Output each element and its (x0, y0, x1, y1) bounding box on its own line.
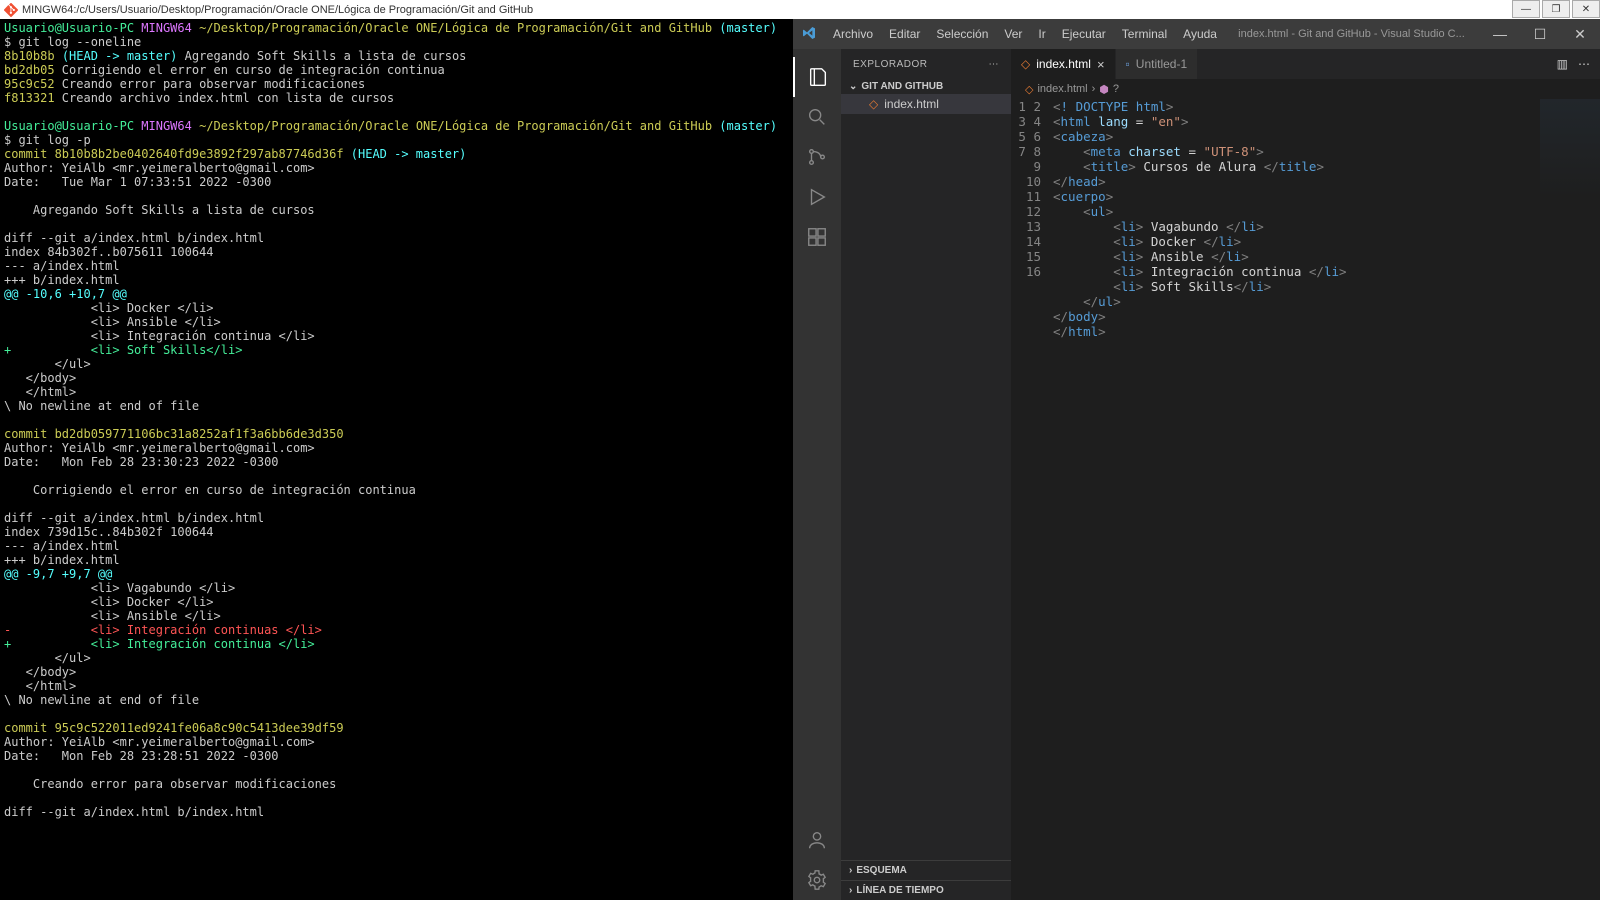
git-icon (4, 3, 18, 17)
editor-area: ◇ index.html × ▫ Untitled-1 ▥ ⋯ ◇ i (1011, 49, 1600, 900)
menu-ver[interactable]: Ver (998, 23, 1028, 45)
line-numbers: 1 2 3 4 5 6 7 8 9 10 11 12 13 14 15 16 (1011, 99, 1053, 900)
explorer-label: EXPLORADOR (853, 59, 927, 70)
chevron-right-icon: › (849, 885, 852, 896)
run-debug-icon[interactable] (793, 177, 841, 217)
settings-icon[interactable] (793, 860, 841, 900)
code-editor[interactable]: 1 2 3 4 5 6 7 8 9 10 11 12 13 14 15 16 <… (1011, 99, 1600, 900)
file-icon: ▫ (1126, 57, 1130, 71)
breadcrumb-symbol: ? (1113, 83, 1119, 95)
project-header[interactable]: ⌄ GIT AND GITHUB (841, 79, 1011, 94)
breadcrumb-file: index.html (1037, 83, 1087, 95)
file-index-html[interactable]: ◇ index.html (841, 94, 1011, 114)
minimap[interactable] (1540, 99, 1600, 199)
explorer-sidebar: EXPLORADOR ⋯ ⌄ GIT AND GITHUB ◇ index.ht… (841, 49, 1011, 900)
split-editor-icon[interactable]: ▥ (1557, 57, 1568, 71)
explorer-header: EXPLORADOR ⋯ (841, 49, 1011, 79)
more-icon[interactable]: ⋯ (989, 59, 1000, 70)
extensions-icon[interactable] (793, 217, 841, 257)
menu-editar[interactable]: Editar (883, 23, 926, 45)
code-content[interactable]: <! DOCTYPE html> <html lang = "en"> <cab… (1053, 99, 1600, 900)
vscode-title: index.html - Git and GitHub - Visual Stu… (1223, 28, 1480, 40)
vscode-close-button[interactable]: ✕ (1560, 20, 1600, 48)
git-terminal[interactable]: Usuario@Usuario-PC MINGW64 ~/Desktop/Pro… (0, 19, 793, 900)
menu-ejecutar[interactable]: Ejecutar (1056, 23, 1112, 45)
mingw-titlebar: MINGW64:/c/Users/Usuario/Desktop/Program… (0, 0, 1600, 19)
source-control-icon[interactable] (793, 137, 841, 177)
close-tab-icon[interactable]: × (1097, 57, 1105, 72)
tab-index-html[interactable]: ◇ index.html × (1011, 49, 1116, 79)
vscode-window: Archivo Editar Selección Ver Ir Ejecutar… (793, 19, 1600, 900)
vscode-maximize-button[interactable]: ☐ (1520, 20, 1560, 48)
window-controls: — ❐ ✕ (1510, 0, 1600, 18)
activity-bar (793, 49, 841, 900)
chevron-right-icon: › (849, 865, 852, 876)
tag-icon: ⬢ (1099, 83, 1109, 96)
maximize-button[interactable]: ❐ (1542, 0, 1570, 18)
vscode-icon (801, 25, 819, 43)
tab-untitled[interactable]: ▫ Untitled-1 (1116, 49, 1199, 79)
project-name: GIT AND GITHUB (861, 81, 943, 92)
breadcrumb[interactable]: ◇ index.html › ⬢ ? (1011, 79, 1600, 99)
menu-terminal[interactable]: Terminal (1116, 23, 1173, 45)
close-button[interactable]: ✕ (1572, 0, 1600, 18)
more-actions-icon[interactable]: ⋯ (1578, 57, 1590, 71)
vscode-minimize-button[interactable]: — (1480, 20, 1520, 48)
html-file-icon: ◇ (869, 97, 878, 111)
menu-archivo[interactable]: Archivo (827, 23, 879, 45)
menu-ir[interactable]: Ir (1032, 23, 1051, 45)
accounts-icon[interactable] (793, 820, 841, 860)
tab-label: index.html (1036, 57, 1091, 71)
linea-tiempo-section[interactable]: ›LÍNEA DE TIEMPO (841, 880, 1011, 900)
html-file-icon: ◇ (1021, 57, 1030, 71)
chevron-down-icon: ⌄ (849, 81, 857, 92)
explorer-icon[interactable] (793, 57, 841, 97)
minimize-button[interactable]: — (1512, 0, 1540, 18)
file-label: index.html (884, 97, 939, 111)
esquema-section[interactable]: ›ESQUEMA (841, 860, 1011, 880)
html-file-icon: ◇ (1025, 83, 1033, 96)
vscode-window-controls: — ☐ ✕ (1480, 20, 1600, 48)
title-text: MINGW64:/c/Users/Usuario/Desktop/Program… (22, 4, 533, 16)
chevron-right-icon: › (1092, 83, 1096, 95)
tab-label: Untitled-1 (1136, 57, 1187, 71)
menu-seleccion[interactable]: Selección (930, 23, 994, 45)
editor-tabs: ◇ index.html × ▫ Untitled-1 ▥ ⋯ (1011, 49, 1600, 79)
vscode-menu: Archivo Editar Selección Ver Ir Ejecutar… (827, 23, 1223, 45)
vscode-titlebar: Archivo Editar Selección Ver Ir Ejecutar… (793, 19, 1600, 49)
search-icon[interactable] (793, 97, 841, 137)
menu-ayuda[interactable]: Ayuda (1177, 23, 1223, 45)
